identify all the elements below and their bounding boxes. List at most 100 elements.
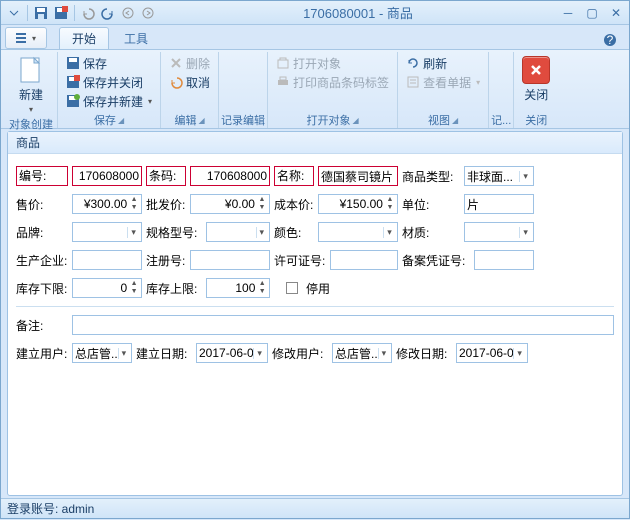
view-form-button[interactable]: 查看单据▾ bbox=[402, 73, 484, 91]
qat-dropdown[interactable] bbox=[5, 4, 23, 22]
field-remark[interactable] bbox=[72, 315, 614, 335]
group-open: 打开对象 打印商品条码标签 打开对象 bbox=[268, 52, 398, 128]
history-back-icon[interactable] bbox=[119, 4, 137, 22]
close-window-button[interactable]: ✕ bbox=[607, 5, 625, 21]
group-label: 记... bbox=[491, 112, 511, 128]
cancel-button[interactable]: 取消 bbox=[165, 73, 214, 91]
field-stockmax[interactable]: ▲▼ bbox=[206, 278, 270, 298]
tab-start[interactable]: 开始 bbox=[59, 27, 109, 49]
delete-icon bbox=[169, 56, 183, 70]
field-name[interactable] bbox=[318, 166, 398, 186]
label-license: 许可证号: bbox=[274, 252, 326, 269]
field-modify-date[interactable]: ▾ bbox=[456, 343, 528, 363]
field-category[interactable]: ▾ bbox=[464, 166, 534, 186]
new-button[interactable]: 新建 ▾ bbox=[13, 54, 49, 116]
label-wholesale: 批发价: bbox=[146, 196, 186, 213]
label-color: 颜色: bbox=[274, 224, 314, 241]
save-close-icon[interactable] bbox=[52, 4, 70, 22]
label-stockmax: 库存上限: bbox=[146, 280, 202, 297]
delete-button[interactable]: 删除 bbox=[165, 54, 214, 72]
save-icon bbox=[66, 56, 80, 70]
tab-tools[interactable]: 工具 bbox=[111, 27, 161, 49]
field-barcode[interactable] bbox=[190, 166, 270, 186]
label-code: 编号: bbox=[16, 166, 68, 186]
field-modify-user[interactable]: ▾ bbox=[332, 343, 392, 363]
group-close: 关闭 关闭 bbox=[514, 52, 558, 128]
label-manufacturer: 生产企业: bbox=[16, 252, 68, 269]
disabled-checkbox[interactable] bbox=[286, 282, 298, 294]
panel-title: 商品 bbox=[8, 132, 622, 154]
status-login-prefix: 登录账号: bbox=[7, 502, 62, 516]
redo-icon[interactable] bbox=[99, 4, 117, 22]
refresh-button[interactable]: 刷新 bbox=[402, 54, 484, 72]
field-wholesale[interactable]: ▲▼ bbox=[190, 194, 270, 214]
maximize-button[interactable]: ▢ bbox=[583, 5, 601, 21]
content-panel: 商品 编号: 条码: 名称: 商品类型: ▾ 售价: ▲▼ 批发价: ▲▼ 成本… bbox=[7, 131, 623, 496]
save-button[interactable]: 保存 bbox=[62, 54, 156, 72]
field-recordno[interactable] bbox=[474, 250, 534, 270]
label-brand: 品牌: bbox=[16, 224, 68, 241]
save-icon[interactable] bbox=[32, 4, 50, 22]
group-view: 刷新 查看单据▾ 视图 bbox=[398, 52, 489, 128]
quick-access-toolbar bbox=[5, 4, 157, 22]
refresh-icon bbox=[406, 56, 420, 70]
field-spec[interactable]: ▾ bbox=[206, 222, 270, 242]
group-edit: 删除 取消 编辑 bbox=[161, 52, 219, 128]
field-manufacturer[interactable] bbox=[72, 250, 142, 270]
undo-icon bbox=[169, 75, 183, 89]
print-icon bbox=[276, 75, 290, 89]
label-recordno: 备案凭证号: bbox=[402, 252, 470, 269]
field-color[interactable]: ▾ bbox=[318, 222, 398, 242]
save-new-button[interactable]: 保存并新建▾ bbox=[62, 92, 156, 110]
save-new-icon bbox=[66, 94, 80, 108]
group-log: 记... bbox=[489, 52, 514, 128]
group-label: 编辑 bbox=[174, 112, 204, 128]
status-bar: 登录账号: admin bbox=[1, 498, 629, 518]
label-unit: 单位: bbox=[402, 196, 460, 213]
close-icon bbox=[522, 56, 550, 84]
group-label: 关闭 bbox=[525, 112, 547, 128]
label-remark: 备注: bbox=[16, 317, 68, 334]
field-license[interactable] bbox=[330, 250, 398, 270]
field-code[interactable] bbox=[72, 166, 142, 186]
close-button[interactable]: 关闭 bbox=[518, 54, 554, 105]
group-label: 保存 bbox=[94, 112, 124, 128]
label-spec: 规格型号: bbox=[146, 224, 202, 241]
field-unit[interactable] bbox=[464, 194, 534, 214]
label-cost: 成本价: bbox=[274, 196, 314, 213]
window-controls: ─ ▢ ✕ bbox=[559, 5, 625, 21]
view-list-button[interactable]: ▾ bbox=[5, 27, 47, 49]
group-record-edit: 记录编辑 bbox=[219, 52, 268, 128]
group-label: 记录编辑 bbox=[221, 112, 265, 128]
field-cost[interactable]: ▲▼ bbox=[318, 194, 398, 214]
status-login-user: admin bbox=[62, 502, 95, 516]
svg-text:?: ? bbox=[607, 33, 614, 47]
field-stockmin[interactable]: ▲▼ bbox=[72, 278, 142, 298]
print-barcode-button[interactable]: 打印商品条码标签 bbox=[272, 73, 393, 91]
field-regno[interactable] bbox=[190, 250, 270, 270]
ribbon-tabs: ▾ 开始 工具 ? bbox=[1, 25, 629, 49]
open-object-button[interactable]: 打开对象 bbox=[272, 54, 393, 72]
minimize-button[interactable]: ─ bbox=[559, 5, 577, 21]
label-create-user: 建立用户: bbox=[16, 345, 68, 362]
label-stockmin: 库存下限: bbox=[16, 280, 68, 297]
history-fwd-icon[interactable] bbox=[139, 4, 157, 22]
label-regno: 注册号: bbox=[146, 252, 186, 269]
new-document-icon bbox=[19, 56, 43, 84]
open-icon bbox=[276, 56, 290, 70]
save-close-icon bbox=[66, 75, 80, 89]
field-brand[interactable]: ▾ bbox=[72, 222, 142, 242]
undo-icon[interactable] bbox=[79, 4, 97, 22]
group-label: 对象创建 bbox=[9, 116, 53, 132]
label-category: 商品类型: bbox=[402, 168, 460, 185]
field-create-user[interactable]: ▾ bbox=[72, 343, 132, 363]
help-icon[interactable]: ? bbox=[603, 33, 619, 49]
label-name: 名称: bbox=[274, 166, 314, 186]
field-material[interactable]: ▾ bbox=[464, 222, 534, 242]
field-create-date[interactable]: ▾ bbox=[196, 343, 268, 363]
title-bar: 1706080001 - 商品 ─ ▢ ✕ bbox=[1, 1, 629, 25]
group-save: 保存 保存并关闭 保存并新建▾ 保存 bbox=[58, 52, 161, 128]
field-price[interactable]: ▲▼ bbox=[72, 194, 142, 214]
save-close-button[interactable]: 保存并关闭 bbox=[62, 73, 156, 91]
group-create: 新建 ▾ 对象创建 bbox=[5, 52, 58, 128]
